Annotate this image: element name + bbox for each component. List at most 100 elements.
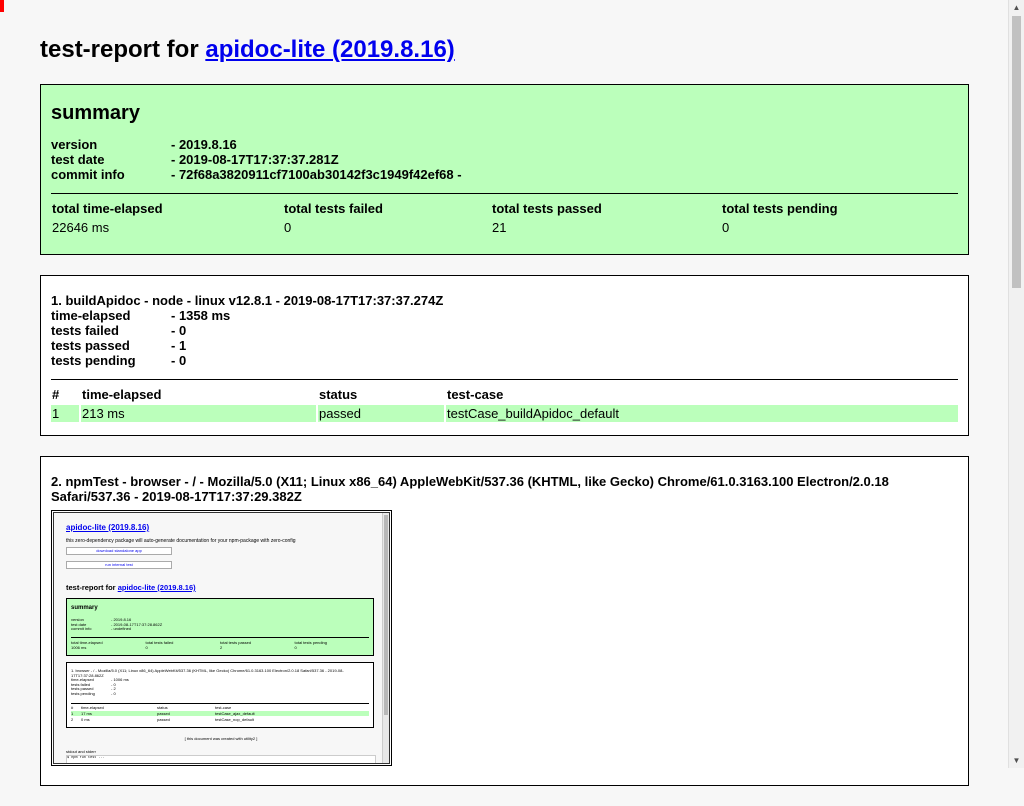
cell: 1	[71, 711, 74, 716]
field-label: tests passed	[51, 338, 130, 353]
screenshot-title-link: apidoc-lite (2019.8.16)	[66, 523, 150, 532]
divider	[71, 637, 369, 638]
cell: testCase_nop_default	[215, 717, 254, 722]
field-label: test date	[51, 152, 105, 167]
table-row: 22646 ms 0 21 0	[51, 219, 958, 236]
field-value: - 0	[171, 323, 187, 338]
test-fields: time-elapsed - 1358 ms tests failed - 0 …	[51, 308, 958, 368]
summary-table: total time-elapsed total tests failed to…	[49, 198, 960, 238]
screenshot-footer: [ this document was created with utility…	[184, 736, 258, 741]
column-header: #	[52, 387, 60, 402]
column-header: total tests pending	[722, 201, 838, 216]
field-label: time-elapsed	[51, 308, 131, 323]
cell: #	[71, 705, 74, 710]
field-label: version	[51, 137, 98, 152]
total-time-elapsed: 22646 ms	[52, 220, 110, 235]
table-header-row: # time-elapsed status test-case	[51, 386, 958, 403]
report-page: test-report for apidoc-lite (2019.8.16) …	[40, 0, 969, 806]
screenshot-test-fields: time-elapsed - 1006 ms tests failed - 0 te…	[71, 677, 129, 696]
cell: testCase_ajax_default	[215, 711, 255, 716]
cell: test-case	[215, 705, 232, 710]
table-row: 2 0 ms passed testCase_nop_default	[71, 717, 369, 722]
screenshot-frame: apidoc-lite (2019.8.16) this zero-depend…	[53, 512, 390, 764]
cell: 1006 ms	[71, 645, 87, 650]
test-title: 1. buildApidoc - node - linux v12.8.1 - …	[51, 293, 444, 308]
table-row: 1 213 ms passed testCase_buildApidoc_def…	[51, 405, 958, 422]
row-number: 1	[51, 405, 79, 422]
screenshot-content: apidoc-lite (2019.8.16) this zero-depend…	[66, 513, 376, 763]
test-report-box: 2. npmTest - browser - / - Mozilla/5.0 (…	[40, 456, 969, 786]
cell: status	[157, 705, 168, 710]
screenshot-test-table: # time-elapsed status test-case 1 17 ms passe…	[71, 705, 369, 723]
test-report-box: 1. buildApidoc - node - linux v12.8.1 - …	[40, 275, 969, 436]
field-value: - 72f68a3820911cf7100ab30142f3c1949f42ef…	[171, 167, 462, 182]
field-label: tests failed	[51, 323, 119, 338]
column-header: time-elapsed	[82, 387, 162, 402]
row-time-elapsed: 213 ms	[81, 405, 316, 422]
screenshot-log-box: $ npm run test ...	[66, 755, 376, 763]
screenshot-summary-table: total time-elapsed 1006 ms total tests fa…	[71, 640, 369, 650]
summary-fields: version - 2019.8.16 test date - 2019-08-…	[51, 137, 958, 182]
corner-mark	[0, 0, 4, 12]
column-header: status	[319, 387, 358, 402]
scroll-up-icon[interactable]: ▲	[1009, 0, 1024, 15]
field-label: tests pending	[51, 353, 136, 368]
cell: 17 ms	[81, 711, 92, 716]
row-status: passed	[318, 405, 444, 422]
cell: 2	[71, 717, 74, 722]
column-header: total tests failed	[284, 201, 383, 216]
cell: 0	[294, 645, 297, 650]
field-value: - 1358 ms	[171, 308, 231, 323]
screenshot-summary-heading: summary	[71, 605, 98, 611]
vertical-scrollbar[interactable]: ▲ ▼	[1008, 0, 1024, 768]
field-value: - 1	[171, 338, 187, 353]
cell: passed	[157, 717, 170, 722]
divider	[71, 703, 369, 704]
screenshot-report-prefix: test-report for	[66, 583, 116, 592]
screenshot-report-title: test-report for apidoc-lite (2019.8.16)	[66, 583, 376, 592]
table-header-row: total time-elapsed total tests failed to…	[51, 200, 958, 217]
title-prefix: test-report for	[40, 36, 199, 63]
field-value: - 2019.8.16	[171, 137, 237, 152]
field-label: tests pending	[71, 690, 95, 696]
summary-box: summary version - 2019.8.16 test date - …	[40, 84, 969, 255]
browser-screenshot: apidoc-lite (2019.8.16) this zero-depend…	[51, 510, 392, 766]
total-tests-pending: 0	[722, 220, 730, 235]
column-header: total tests passed	[492, 201, 602, 216]
test-title: 2. npmTest - browser - / - Mozilla/5.0 (…	[51, 474, 889, 504]
cell: passed	[157, 711, 170, 716]
total-tests-failed: 0	[284, 220, 292, 235]
test-case-table: # time-elapsed status test-case 1 213 ms…	[49, 384, 960, 424]
screenshot-report-link: apidoc-lite (2019.8.16)	[117, 583, 196, 592]
table-row: 1 17 ms passed testCase_ajax_default	[71, 711, 369, 716]
screenshot-summary-fields: version - 2019.8.16 test date - 2019-08-17…	[71, 617, 162, 632]
field-label: commit info	[51, 167, 125, 182]
column-header: test-case	[447, 387, 504, 402]
cell: 0	[145, 645, 148, 650]
screenshot-download-button: download standalone app	[66, 547, 172, 555]
field-value: - 0	[171, 353, 187, 368]
field-value: - 2019-08-17T17:37:37.281Z	[171, 152, 339, 167]
scrollbar-thumb[interactable]	[1012, 16, 1021, 288]
screenshot-test-button: run internal test	[66, 561, 172, 569]
row-test-case: testCase_buildApidoc_default	[446, 405, 958, 422]
field-value: - undefined	[111, 626, 132, 631]
field-label: commit info	[71, 626, 92, 631]
table-header-row: # time-elapsed status test-case	[71, 705, 369, 710]
screenshot-log-label: stdout and stderr	[66, 749, 97, 754]
screenshot-test-box: 1. browser - / - Mozilla/5.0 (X11; Linux…	[66, 662, 374, 728]
screenshot-scrollbar	[382, 513, 389, 763]
total-tests-passed: 21	[492, 220, 507, 235]
cell: 0 ms	[81, 717, 90, 722]
divider	[51, 379, 958, 380]
column-header: total time-elapsed	[52, 201, 163, 216]
screenshot-description: this zero-dependency package will auto-g…	[66, 538, 296, 544]
screenshot-summary-box: summary version - 2019.8.16 test date - 20…	[66, 598, 374, 656]
summary-heading: summary	[51, 102, 140, 124]
field-value: - 0	[111, 690, 116, 696]
divider	[51, 193, 958, 194]
page-title: test-report for apidoc-lite (2019.8.16)	[40, 36, 969, 64]
package-link[interactable]: apidoc-lite (2019.8.16)	[205, 36, 454, 63]
scroll-down-icon[interactable]: ▼	[1009, 753, 1024, 768]
cell: time-elapsed	[81, 705, 104, 710]
